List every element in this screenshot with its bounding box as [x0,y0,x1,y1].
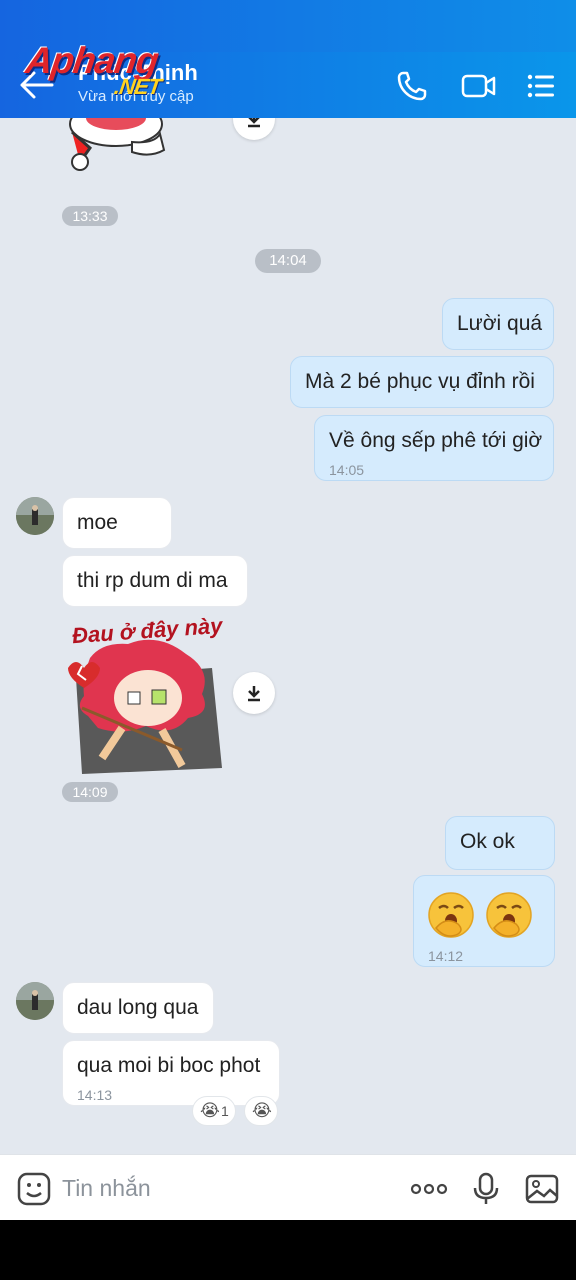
message-bubble-outgoing[interactable]: 14:12 [413,875,555,967]
message-bubble-outgoing[interactable]: Về ông sếp phê tới giờ 14:05 [314,415,554,481]
message-time: 14:05 [329,462,365,478]
crying-face-icon: 😭 [252,1101,272,1120]
video-call-icon[interactable] [460,68,498,104]
watermark-logo: Aphang .NET [23,40,163,99]
message-bubble-outgoing[interactable]: Ok ok [445,816,555,870]
system-navigation-bar [0,1220,576,1280]
reaction-summary[interactable]: 😭 1 [192,1096,236,1126]
download-button[interactable] [233,118,275,140]
download-button[interactable] [233,672,275,714]
message-text: Về ông sếp phê tới giờ [329,429,543,452]
crying-face-icon: 😭 [200,1101,220,1120]
yawning-face-emoji [428,892,474,938]
message-bubble-outgoing[interactable]: Mà 2 bé phục vụ đỉnh rồi [290,356,554,408]
yawning-face-emoji [486,892,532,938]
message-text: thi rp dum di ma [77,569,228,592]
phone-icon[interactable] [394,68,430,104]
message-time: 13:33 [62,206,118,226]
message-list[interactable]: 13:33 14:04 Lười quá Mà 2 bé phục vụ đỉn… [0,118,576,1154]
sticker-image[interactable]: Đau ở đây này [62,613,230,778]
message-text: Lười quá [457,312,543,335]
message-text: dau long qua [77,996,199,1019]
message-time: 14:12 [428,948,464,964]
message-bubble-incoming[interactable]: dau long qua [62,982,214,1034]
message-text: moe [77,511,118,534]
message-bubble-outgoing[interactable]: Lười quá [442,298,554,350]
message-bubble-incoming[interactable]: moe [62,497,172,549]
message-input[interactable]: Tin nhắn [62,1175,151,1202]
date-separator: 14:04 [255,249,321,273]
avatar[interactable] [16,497,54,535]
message-time: 14:09 [62,782,118,802]
message-time: 14:13 [77,1087,113,1103]
message-text: Ok ok [460,830,515,853]
add-reaction-button[interactable]: 😭 [244,1096,278,1126]
message-bubble-incoming[interactable]: thi rp dum di ma [62,555,248,607]
reaction-count: 1 [221,1103,229,1119]
message-bubble-incoming[interactable]: qua moi bi boc phot 14:13 [62,1040,280,1106]
sticker-partial[interactable] [62,118,172,176]
message-text: qua moi bi boc phot [77,1054,261,1077]
sticker-emoji-icon[interactable] [16,1171,52,1207]
microphone-icon[interactable] [468,1171,504,1207]
avatar[interactable] [16,982,54,1020]
image-gallery-icon[interactable] [524,1171,560,1207]
message-text: Mà 2 bé phục vụ đỉnh rồi [305,370,535,393]
message-composer: Tin nhắn [0,1154,576,1220]
more-options-icon[interactable] [410,1171,448,1207]
menu-icon[interactable] [526,68,556,104]
